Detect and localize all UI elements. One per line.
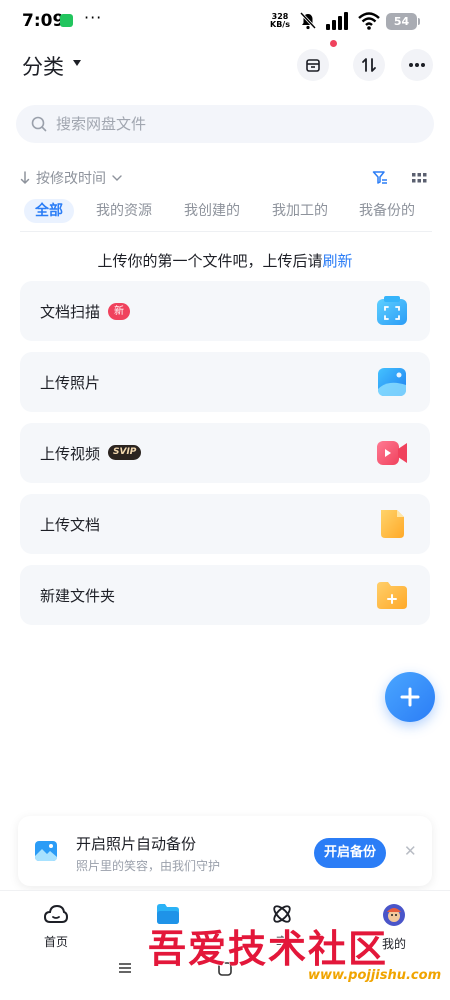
action-card-upload-photo[interactable]: 上传照片 xyxy=(20,352,430,412)
new-folder-icon xyxy=(377,582,407,609)
close-icon[interactable]: ✕ xyxy=(404,842,417,860)
wifi-icon xyxy=(358,12,380,30)
divider xyxy=(20,231,432,232)
page-title[interactable]: 分类 xyxy=(22,51,64,81)
sort-selector[interactable]: 按修改时间 xyxy=(20,168,122,188)
menu-key-icon[interactable] xyxy=(118,962,132,974)
action-card-upload-video[interactable]: 上传视频 SVIP xyxy=(20,423,430,483)
banner-subtitle: 照片里的笑容，由我们守护 xyxy=(76,859,221,873)
tab-all[interactable]: 全部 xyxy=(24,199,74,223)
more-notifications-icon: ··· xyxy=(84,8,103,27)
action-label: 新建文件夹 xyxy=(40,587,116,605)
more-menu-button[interactable] xyxy=(401,49,433,81)
action-card-new-folder[interactable]: 新建文件夹 xyxy=(20,565,430,625)
signal-icon xyxy=(326,12,348,30)
arrow-down-icon xyxy=(20,171,30,184)
banner-title: 开启照片自动备份 xyxy=(76,835,197,853)
watermark-url: www.pojjishu.com xyxy=(308,968,442,983)
backup-banner: 开启照片自动备份 照片里的笑容，由我们守护 开启备份 ✕ xyxy=(18,816,432,886)
sort-arrows-icon xyxy=(362,58,376,72)
notification-dot xyxy=(330,40,337,47)
action-label: 上传照片 xyxy=(40,374,101,392)
svip-badge: SVIP xyxy=(108,445,142,460)
search-icon xyxy=(31,116,47,132)
grid-view-icon[interactable] xyxy=(412,173,427,183)
enable-backup-button[interactable]: 开启备份 xyxy=(314,838,386,868)
search-bar[interactable] xyxy=(16,105,434,143)
network-speed: 328 KB/s xyxy=(270,12,290,29)
inbox-icon xyxy=(306,59,320,72)
document-icon xyxy=(381,510,404,538)
video-icon xyxy=(377,441,407,465)
tab-created-by-me[interactable]: 我创建的 xyxy=(184,199,240,223)
action-label: 文档扫描 xyxy=(40,303,101,321)
empty-state-hint: 上传你的第一个文件吧，上传后请刷新 xyxy=(0,250,450,271)
watermark-text: 吾爱技术社区 xyxy=(148,926,389,971)
filter-icon[interactable] xyxy=(372,170,388,186)
category-tabs: 全部 我的资源 我创建的 我加工的 我备份的 xyxy=(24,199,434,227)
status-bar: 7:09 ··· 328 KB/s 54 xyxy=(0,0,450,44)
transfer-list-button[interactable] xyxy=(297,49,329,81)
action-card-scan[interactable]: 文档扫描 新 xyxy=(20,281,430,341)
action-label: 上传视频 xyxy=(40,445,101,463)
more-dots-icon xyxy=(409,63,425,67)
mute-bell-icon xyxy=(300,12,316,30)
search-input[interactable] xyxy=(56,105,416,143)
tab-backed-up-by-me[interactable]: 我备份的 xyxy=(359,199,415,223)
dropdown-caret-icon[interactable] xyxy=(73,60,81,66)
action-label: 上传文档 xyxy=(40,516,101,534)
hint-text: 上传你的第一个文件吧，上传后请 xyxy=(97,252,323,270)
app-notification-icon xyxy=(60,14,73,27)
chevron-down-icon xyxy=(112,175,122,181)
home-icon xyxy=(43,904,69,923)
action-card-upload-document[interactable]: 上传文档 xyxy=(20,494,430,554)
clock: 7:09 xyxy=(22,11,65,31)
add-fab-button[interactable] xyxy=(385,672,435,722)
sort-button[interactable] xyxy=(353,49,385,81)
photo-backup-icon xyxy=(35,841,57,861)
plus-icon xyxy=(400,687,420,707)
battery-icon: 54 xyxy=(386,13,420,30)
nav-home[interactable]: 首页 xyxy=(26,903,86,950)
nav-label: 首页 xyxy=(43,935,68,949)
refresh-link[interactable]: 刷新 xyxy=(323,252,353,270)
tab-processed-by-me[interactable]: 我加工的 xyxy=(272,199,328,223)
new-badge: 新 xyxy=(108,303,130,320)
tab-my-resources[interactable]: 我的资源 xyxy=(96,199,152,223)
scan-icon xyxy=(377,296,407,325)
sort-label: 按修改时间 xyxy=(36,171,106,187)
photo-icon xyxy=(378,368,406,396)
